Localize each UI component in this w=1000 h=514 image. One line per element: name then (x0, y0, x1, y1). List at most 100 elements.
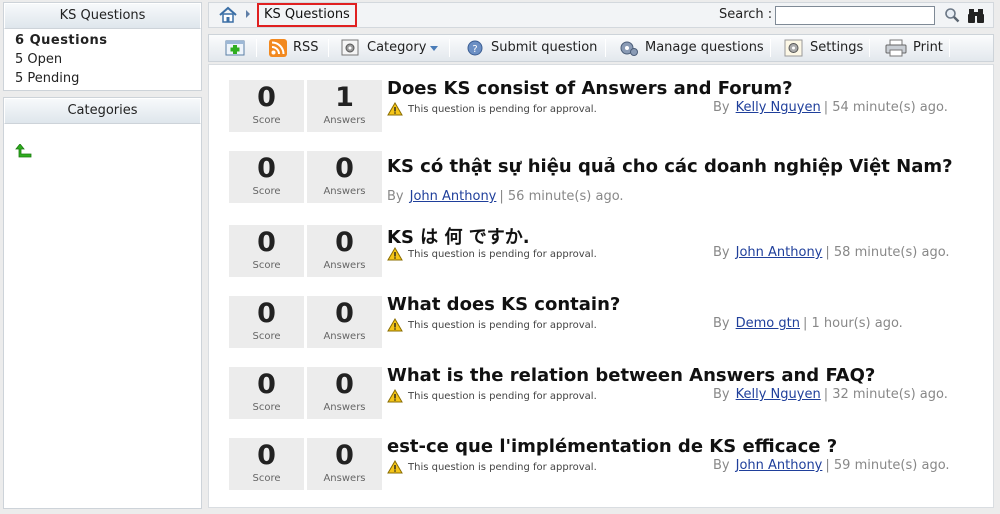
manage-questions-button[interactable]: Manage questions (619, 38, 764, 58)
search-label: Search : (719, 7, 773, 22)
time-ago: | 59 minute(s) ago. (825, 458, 950, 473)
answers-box: 0 Answers (307, 367, 382, 419)
answers-label: Answers (323, 260, 366, 271)
stat-open[interactable]: 5 Open (15, 50, 201, 69)
score-box: 0 Score (229, 296, 304, 348)
question-item: 0 Score 1 Answers Does KS consist of Ans… (229, 78, 989, 136)
question-meta: By Kelly Nguyen | 32 minute(s) ago. (713, 387, 948, 402)
question-title[interactable]: Does KS consist of Answers and Forum? (387, 78, 793, 99)
time-ago: | 54 minute(s) ago. (823, 100, 948, 115)
score-value: 0 (257, 440, 276, 471)
advanced-search-icon[interactable] (967, 6, 985, 24)
question-title[interactable]: What is the relation between Answers and… (387, 365, 875, 386)
stat-total[interactable]: 6 Questions (15, 31, 201, 50)
svg-text:?: ? (472, 44, 477, 55)
submit-question-label: Submit question (491, 40, 598, 55)
answers-value: 0 (335, 440, 354, 471)
toolbar-divider (256, 39, 257, 57)
answers-value: 0 (335, 298, 354, 329)
question-stats: 6 Questions 5 Open 5 Pending (4, 29, 201, 92)
pending-notice: This question is pending for approval. (387, 318, 597, 332)
breadcrumb-current[interactable]: KS Questions (257, 3, 357, 27)
warning-icon (387, 247, 403, 261)
print-button[interactable]: Print (885, 38, 943, 58)
pending-text: This question is pending for approval. (408, 390, 597, 402)
question-meta: By Kelly Nguyen | 54 minute(s) ago. (713, 100, 948, 115)
add-question-button[interactable] (225, 38, 251, 58)
pending-text: This question is pending for approval. (408, 319, 597, 331)
by-label: By (713, 387, 730, 402)
pending-notice: This question is pending for approval. (387, 389, 597, 403)
pending-text: This question is pending for approval. (408, 248, 597, 260)
question-item: 0 Score 0 Answers What is the relation b… (229, 365, 989, 423)
score-label: Score (252, 115, 281, 126)
question-item: 0 Score 0 Answers est-ce que l'implément… (229, 436, 989, 494)
answers-value: 1 (335, 82, 354, 113)
answers-label: Answers (323, 115, 366, 126)
warning-icon (387, 389, 403, 403)
question-item: 0 Score 0 Answers KS có thật sự hiệu quả… (229, 151, 989, 207)
answers-label: Answers (323, 473, 366, 484)
answers-value: 0 (335, 369, 354, 400)
warning-icon (387, 102, 403, 116)
score-label: Score (252, 331, 281, 342)
score-box: 0 Score (229, 80, 304, 132)
ks-questions-panel: KS Questions 6 Questions 5 Open 5 Pendin… (3, 2, 202, 91)
author-link[interactable]: John Anthony (736, 458, 823, 473)
answers-box: 0 Answers (307, 225, 382, 277)
answers-box: 1 Answers (307, 80, 382, 132)
score-value: 0 (257, 298, 276, 329)
category-dropdown[interactable]: Category (341, 38, 439, 58)
author-link[interactable]: Demo gtn (736, 316, 800, 331)
question-title[interactable]: KS は 何 ですか. (387, 223, 530, 249)
author-link[interactable]: Kelly Nguyen (736, 387, 821, 402)
answers-box: 0 Answers (307, 151, 382, 203)
author-link[interactable]: Kelly Nguyen (736, 100, 821, 115)
categories-header: Categories (4, 98, 201, 124)
settings-button[interactable]: Settings (784, 38, 863, 58)
time-ago: | 1 hour(s) ago. (802, 316, 903, 331)
search-input[interactable] (775, 6, 935, 25)
answers-value: 0 (335, 227, 354, 258)
question-item: 0 Score 0 Answers KS は 何 ですか. This quest… (229, 225, 989, 281)
warning-icon (387, 460, 403, 474)
time-ago: | 32 minute(s) ago. (823, 387, 948, 402)
question-meta: By John Anthony | 58 minute(s) ago. (713, 245, 950, 260)
question-title[interactable]: KS có thật sự hiệu quả cho các doanh ngh… (387, 156, 953, 177)
question-title[interactable]: est-ce que l'implémentation de KS effica… (387, 436, 837, 457)
question-meta: By John Anthony | 56 minute(s) ago. (387, 189, 624, 204)
category-label: Category (367, 40, 427, 55)
up-level-icon[interactable] (14, 144, 32, 158)
warning-icon (387, 318, 403, 332)
stat-pending[interactable]: 5 Pending (15, 69, 201, 88)
submit-question-icon: ? (467, 40, 483, 56)
pending-notice: This question is pending for approval. (387, 247, 597, 261)
question-meta: By John Anthony | 59 minute(s) ago. (713, 458, 950, 473)
question-title[interactable]: What does KS contain? (387, 294, 620, 315)
answers-label: Answers (323, 186, 366, 197)
rss-button[interactable]: RSS (269, 38, 319, 58)
by-label: By (713, 316, 730, 331)
answers-label: Answers (323, 331, 366, 342)
score-value: 0 (257, 82, 276, 113)
time-ago: | 58 minute(s) ago. (825, 245, 950, 260)
home-icon[interactable] (218, 5, 238, 25)
search-icon[interactable] (944, 7, 960, 23)
submit-question-button[interactable]: ? Submit question (465, 38, 597, 58)
author-link[interactable]: John Anthony (736, 245, 823, 260)
by-label: By (713, 245, 730, 260)
toolbar: RSS Category ? Submit question Manage qu… (208, 34, 994, 62)
settings-label: Settings (810, 40, 864, 55)
pending-text: This question is pending for approval. (408, 461, 597, 473)
score-label: Score (252, 260, 281, 271)
score-box: 0 Score (229, 151, 304, 203)
score-box: 0 Score (229, 438, 304, 490)
answers-box: 0 Answers (307, 438, 382, 490)
by-label: By (387, 189, 404, 204)
toolbar-divider (605, 39, 606, 57)
breadcrumb-separator-icon (246, 10, 250, 18)
answers-box: 0 Answers (307, 296, 382, 348)
author-link[interactable]: John Anthony (410, 189, 497, 204)
score-value: 0 (257, 369, 276, 400)
score-label: Score (252, 186, 281, 197)
